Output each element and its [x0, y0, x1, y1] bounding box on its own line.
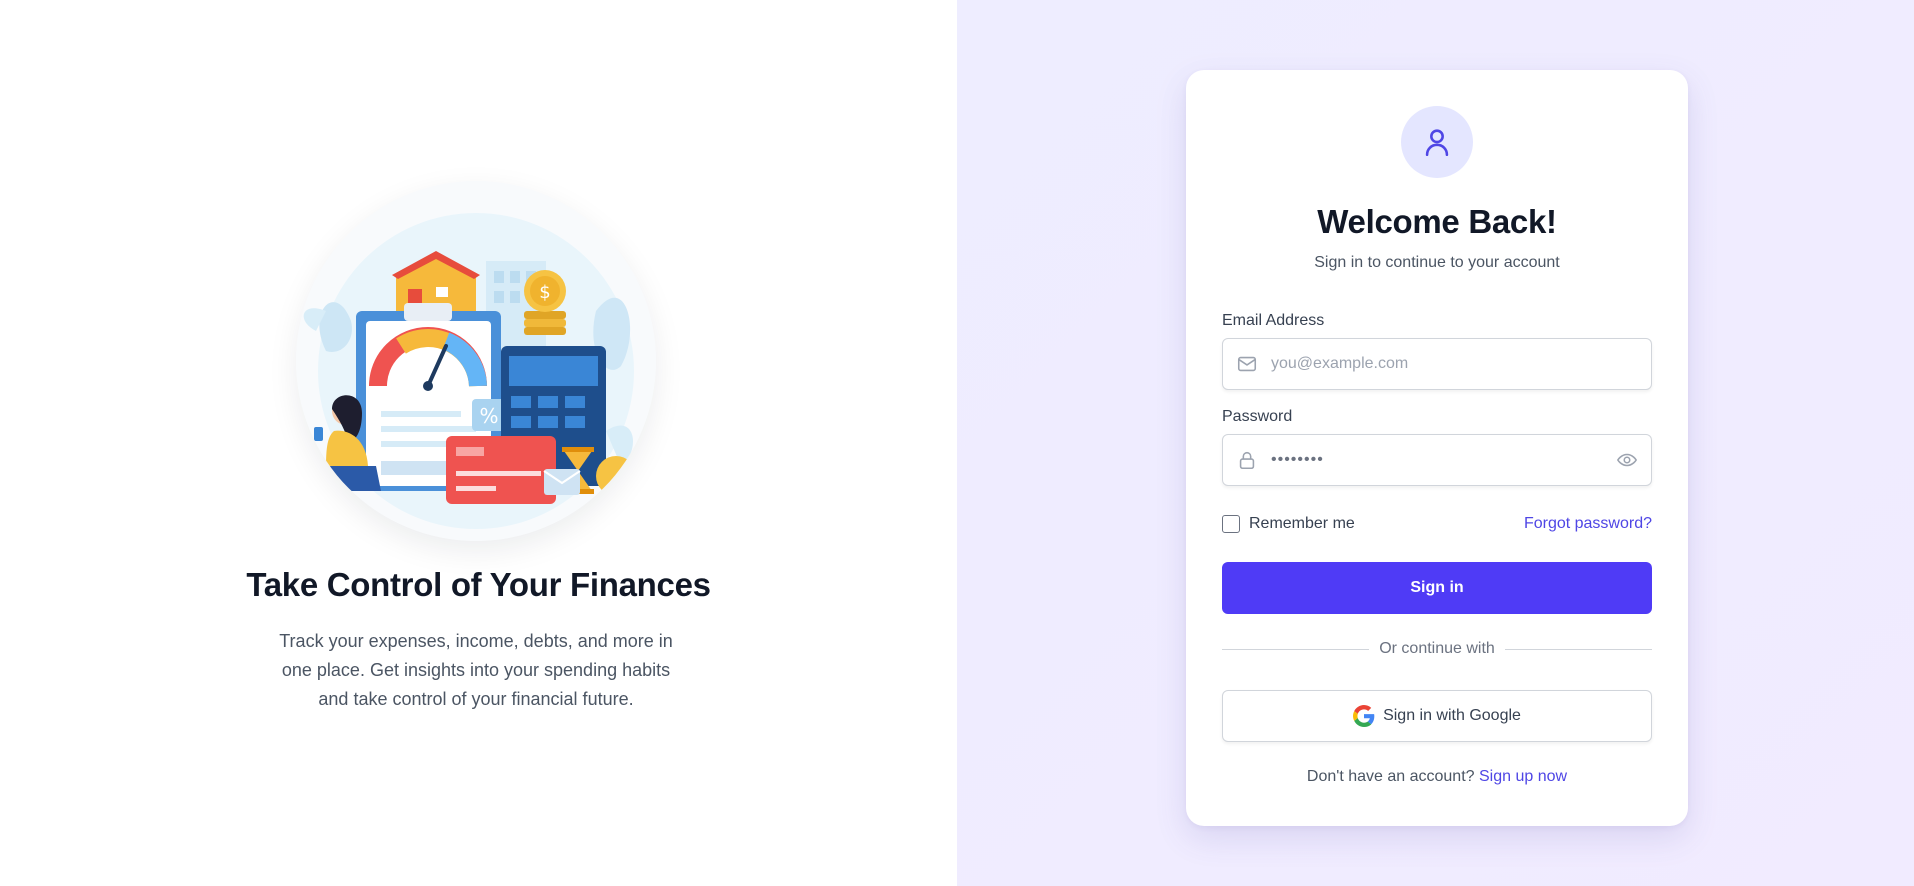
google-sign-in-label: Sign in with Google	[1383, 707, 1521, 724]
divider-line-left	[1222, 648, 1370, 650]
svg-text:$: $	[539, 282, 550, 303]
divider-line-right	[1504, 648, 1653, 650]
signup-prompt: Don't have an account?	[1306, 768, 1475, 785]
remember-me-label[interactable]: Remember me	[1249, 515, 1355, 533]
or-continue-label: Or continue with	[1379, 640, 1495, 657]
finance-illustration-graphic: % $	[296, 181, 656, 541]
user-icon	[1425, 129, 1449, 157]
forgot-password-link[interactable]: Forgot password?	[1524, 515, 1652, 533]
password-input[interactable]	[1271, 435, 1603, 485]
password-label: Password	[1222, 408, 1293, 425]
welcome-subtitle: Sign in to continue to your account	[1314, 254, 1560, 271]
welcome-title: Welcome Back!	[1317, 203, 1557, 240]
remember-me-checkbox[interactable]	[1222, 515, 1240, 533]
remember-me[interactable]: Remember me	[1222, 515, 1355, 533]
eye-icon[interactable]	[1603, 449, 1651, 471]
sign-up-link[interactable]: Sign up now	[1479, 768, 1567, 785]
google-sign-in-button[interactable]: Sign in with Google	[1222, 690, 1652, 742]
hero-panel: % $ Take Control of Your Finances Track …	[0, 0, 957, 886]
password-field[interactable]	[1222, 434, 1652, 486]
login-card: Welcome Back! Sign in to continue to you…	[1186, 70, 1688, 826]
hero-title: Take Control of Your Finances	[246, 566, 711, 603]
login-page: % $ Take Control of Your Finances Track …	[0, 0, 1914, 886]
svg-text:%: %	[479, 404, 498, 428]
email-field[interactable]	[1222, 338, 1652, 390]
google-icon	[1353, 705, 1375, 727]
lock-icon	[1223, 449, 1271, 471]
auth-panel: Welcome Back! Sign in to continue to you…	[957, 0, 1914, 886]
or-divider: Or continue with	[1222, 640, 1653, 658]
login-options-row: Remember me Forgot password?	[1222, 513, 1652, 535]
user-avatar	[1401, 106, 1473, 178]
sign-in-button[interactable]: Sign in	[1222, 562, 1652, 614]
email-label: Email Address	[1222, 312, 1325, 329]
email-input[interactable]	[1271, 339, 1651, 389]
signup-row: Don't have an account? Sign up now	[1186, 768, 1688, 786]
hero-description: Track your expenses, income, debts, and …	[279, 631, 673, 709]
mail-icon	[1223, 353, 1271, 375]
finance-illustration: % $	[296, 181, 656, 541]
